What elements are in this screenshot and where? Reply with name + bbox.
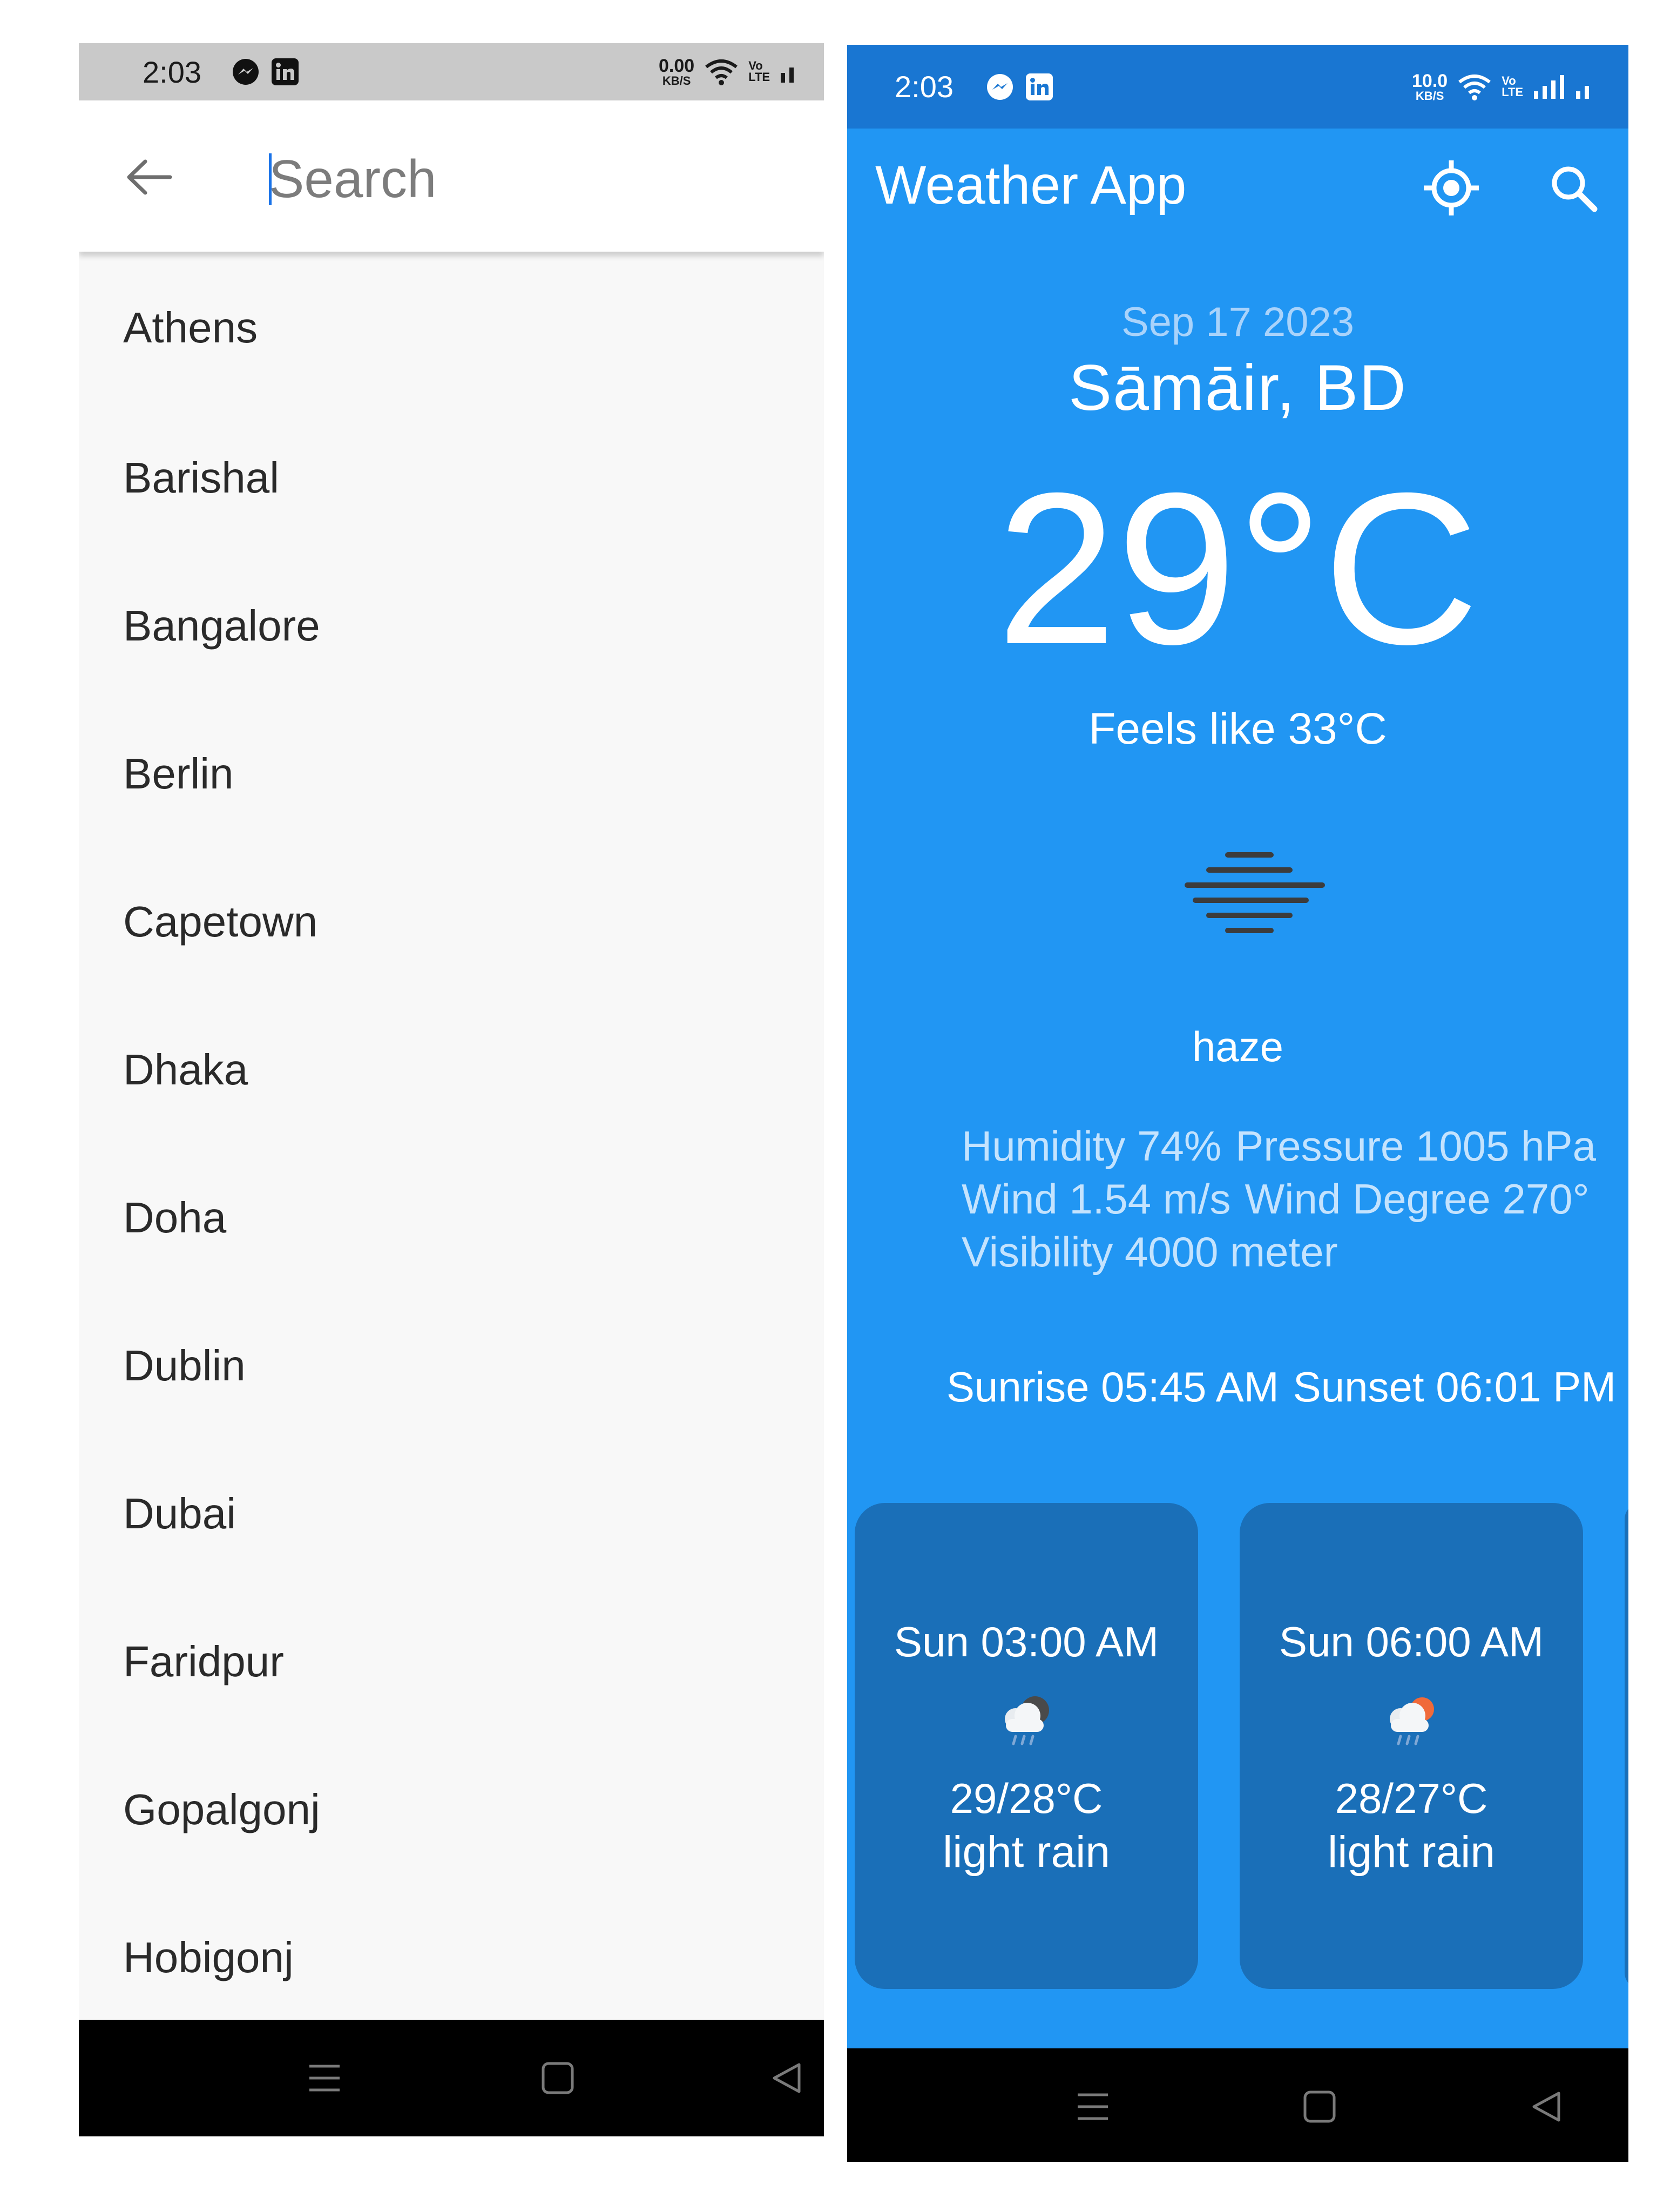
text-cursor: [269, 153, 272, 205]
search-bar: [79, 100, 824, 252]
recents-button[interactable]: [295, 2051, 354, 2105]
city-item-doha[interactable]: Doha: [79, 1144, 824, 1292]
menu-icon: [1076, 2090, 1110, 2123]
home-button[interactable]: [528, 2051, 587, 2105]
feels-like: Feels like 33°C: [1088, 704, 1387, 753]
system-back-button[interactable]: [1517, 2080, 1576, 2134]
navigation-bar: [847, 2048, 1628, 2162]
wind-degree-text: Wind Degree 270°: [1245, 1175, 1590, 1223]
city-item-gopalgonj[interactable]: Gopalgonj: [79, 1736, 824, 1884]
city-item-dhaka[interactable]: Dhaka: [79, 996, 824, 1144]
status-time: 2:03: [895, 70, 954, 104]
wifi-icon: [1457, 72, 1492, 102]
app-title: Weather App: [875, 154, 1187, 215]
city-item-faridpur[interactable]: Faridpur: [79, 1588, 824, 1736]
forecast-description: light rain: [1328, 1827, 1495, 1877]
rain-cloud-icon: [994, 1692, 1059, 1751]
forecast-card-partial[interactable]: [1625, 1503, 1628, 1989]
my-location-icon: [1422, 158, 1481, 218]
city-item-hobigonj[interactable]: Hobigonj: [79, 1884, 824, 2032]
search-icon: [1549, 164, 1598, 212]
city-item-dublin[interactable]: Dublin: [79, 1292, 824, 1440]
city-item-capetown[interactable]: Capetown: [79, 848, 824, 996]
sunset-text: Sunset 06:01 PM: [1293, 1363, 1617, 1411]
home-button[interactable]: [1290, 2080, 1349, 2134]
forecast-time: Sun 06:00 AM: [1279, 1618, 1544, 1665]
visibility-text: Visibility 4000 meter: [962, 1228, 1338, 1276]
messenger-icon: [231, 57, 260, 86]
forecast-card[interactable]: Sun 03:00 AM 29/28°C light rain: [855, 1503, 1198, 1989]
search-input[interactable]: [269, 144, 798, 214]
weather-details: Humidity 74% Pressure 1005 hPa Wind 1.54 …: [962, 1120, 1628, 1278]
city-item-athens[interactable]: Athens: [79, 252, 824, 404]
weather-screen: 2:03 10.0 KB/S Vo LTE Weather App Sep 17…: [847, 45, 1628, 2162]
city-item-dubai[interactable]: Dubai: [79, 1440, 824, 1588]
messenger-icon: [985, 72, 1015, 102]
recents-button[interactable]: [1063, 2080, 1122, 2134]
city-list: Athens Barishal Bangalore Berlin Capetow…: [79, 252, 824, 2032]
forecast-temperature: 29/28°C: [950, 1775, 1103, 1822]
home-icon: [1303, 2090, 1336, 2123]
status-bar: 2:03 10.0 KB/S Vo LTE: [847, 45, 1628, 129]
home-icon: [541, 2061, 574, 2095]
humidity-text: Humidity 74%: [962, 1122, 1222, 1170]
navigation-bar: [79, 2020, 824, 2136]
wind-text: Wind 1.54 m/s: [962, 1175, 1231, 1223]
city-item-berlin[interactable]: Berlin: [79, 700, 824, 848]
back-button[interactable]: [122, 150, 176, 204]
system-back-button[interactable]: [757, 2051, 816, 2105]
pressure-text: Pressure 1005 hPa: [1235, 1122, 1596, 1170]
back-icon: [770, 2061, 803, 2095]
wifi-icon: [704, 57, 739, 86]
current-date: Sep 17 2023: [1121, 299, 1355, 345]
search-button[interactable]: [1544, 158, 1603, 218]
location-name: Sāmāir, BD: [1069, 352, 1407, 424]
volte-icon: Vo LTE: [1502, 73, 1524, 99]
forecast-temperature: 28/27°C: [1335, 1775, 1488, 1822]
forecast-description: light rain: [943, 1827, 1110, 1877]
forecast-time: Sun 03:00 AM: [894, 1618, 1159, 1665]
network-speed: 0.00 KB/S: [659, 56, 695, 87]
linkedin-icon: [1025, 73, 1053, 101]
current-temperature: 29°C: [996, 448, 1479, 689]
sunrise-text: Sunrise 05:45 AM: [946, 1363, 1279, 1411]
forecast-card[interactable]: Sun 06:00 AM 28/27°C light rain: [1240, 1503, 1583, 1989]
sun-times: Sunrise 05:45 AM Sunset 06:01 PM: [946, 1363, 1628, 1412]
app-bar: Weather App: [847, 129, 1628, 242]
linkedin-icon: [271, 58, 299, 86]
city-item-barishal[interactable]: Barishal: [79, 404, 824, 552]
status-time: 2:03: [143, 55, 201, 89]
menu-icon: [307, 2062, 342, 2094]
haze-icon: [1176, 839, 1328, 952]
arrow-back-icon: [126, 158, 172, 196]
signal-icon: [1533, 75, 1592, 99]
weather-description: haze: [1192, 1023, 1284, 1070]
current-location-button[interactable]: [1422, 158, 1481, 218]
city-item-bangalore[interactable]: Bangalore: [79, 552, 824, 700]
back-icon: [1530, 2090, 1563, 2123]
rain-cloud-sun-icon: [1379, 1692, 1444, 1751]
network-speed: 10.0 KB/S: [1412, 70, 1448, 103]
search-screen: 2:03 0.00 KB/S Vo LTE Search Athens Bari…: [79, 43, 824, 2136]
status-bar: 2:03 0.00 KB/S Vo LTE: [79, 43, 824, 100]
volte-icon: Vo LTE: [748, 59, 770, 84]
signal-icon: [780, 61, 796, 83]
